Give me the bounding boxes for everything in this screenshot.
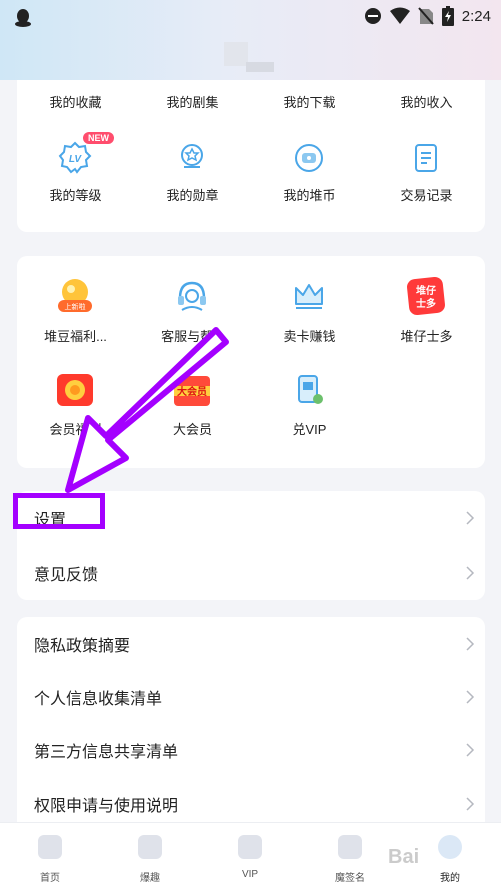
policy-card: 隐私政策摘要 个人信息收集清单 第三方信息共享清单 权限申请与使用说明 [17, 617, 485, 832]
status-bar: 2:24 [0, 0, 501, 80]
redeem-vip-label: 兑VIP [292, 422, 327, 437]
store-icon: 堆仔 士多 [404, 274, 448, 318]
home-icon [38, 835, 62, 859]
crown-icon [289, 276, 329, 316]
my-favorites-item[interactable]: 我的收藏 [17, 80, 134, 120]
big-member-label: 大会员 [172, 422, 212, 437]
feedback-row[interactable]: 意见反馈 [17, 546, 485, 600]
duizai-store-item[interactable]: 堆仔 士多 堆仔士多 [368, 272, 485, 362]
no-sim-icon [418, 7, 434, 25]
highlight-box [13, 493, 105, 529]
battery-icon [441, 6, 454, 26]
nav-signature-label: 魔签名 [335, 873, 365, 884]
services-card: 上新啦 堆豆福利... 客服与帮... 卖卡赚钱 堆仔 士多 堆仔士多 会员福利 … [17, 256, 485, 468]
my-level-item[interactable]: LV NEW 我的等级 [17, 132, 134, 212]
nav-home-label: 首页 [40, 873, 60, 884]
signature-icon [338, 835, 362, 859]
mine-icon [438, 835, 462, 859]
redeem-vip-icon [289, 370, 329, 410]
svg-text:大会员: 大会员 [177, 385, 207, 398]
privacy-summary-label: 隐私政策摘要 [34, 638, 131, 655]
duizai-store-label: 堆仔士多 [400, 329, 453, 344]
my-downloads-label: 我的下载 [283, 95, 336, 110]
coin-icon [289, 138, 329, 178]
my-coins-label: 我的堆币 [283, 188, 336, 203]
watermark: Bai [388, 846, 420, 868]
chevron-right-icon [466, 511, 475, 525]
third-party-label: 第三方信息共享清单 [34, 744, 179, 761]
chevron-right-icon [466, 690, 475, 704]
my-series-label: 我的剧集 [166, 95, 219, 110]
qq-icon [15, 9, 31, 27]
chevron-right-icon [466, 566, 475, 580]
svg-text:士多: 士多 [416, 297, 436, 310]
my-level-label: 我的等级 [49, 188, 102, 203]
bottom-nav: 首页 爆趣 VIP 魔签名 我的 [0, 822, 501, 893]
big-member-item[interactable]: 大会员 大会员 [134, 368, 251, 458]
transactions-label: 交易记录 [400, 188, 453, 203]
my-medals-item[interactable]: 我的勋章 [134, 132, 251, 212]
transactions-item[interactable]: 交易记录 [368, 132, 485, 212]
dnd-icon [364, 8, 381, 24]
nav-vip[interactable]: VIP [200, 823, 300, 893]
personal-info-row[interactable]: 个人信息收集清单 [17, 670, 485, 724]
bean-gift-label: 堆豆福利... [44, 329, 107, 344]
record-icon [406, 138, 446, 178]
my-downloads-item[interactable]: 我的下载 [251, 80, 368, 120]
nav-fun[interactable]: 爆趣 [100, 823, 200, 893]
personal-info-label: 个人信息收集清单 [34, 691, 163, 708]
chevron-right-icon [466, 797, 475, 811]
wifi-icon [389, 7, 410, 24]
big-member-icon: 大会员 [170, 368, 214, 412]
customer-service-item[interactable]: 客服与帮... [134, 272, 251, 362]
svg-text:上新啦: 上新啦 [65, 302, 86, 311]
svg-text:堆仔: 堆仔 [416, 284, 436, 297]
member-gift-label: 会员福利 [49, 422, 102, 437]
status-icons: 2:24 [364, 6, 491, 26]
third-party-row[interactable]: 第三方信息共享清单 [17, 723, 485, 777]
my-medals-label: 我的勋章 [166, 188, 219, 203]
sell-card-item[interactable]: 卖卡赚钱 [251, 272, 368, 362]
member-gift-item[interactable]: 会员福利 [17, 368, 134, 458]
redeem-vip-item[interactable]: 兑VIP [251, 368, 368, 458]
my-coins-item[interactable]: 我的堆币 [251, 132, 368, 212]
privacy-summary-row[interactable]: 隐私政策摘要 [17, 617, 485, 671]
svg-text:LV: LV [69, 154, 83, 165]
medal-icon [172, 138, 212, 178]
bean-gift-icon: 上新啦 [52, 272, 98, 318]
level-icon: LV NEW [55, 132, 114, 178]
chevron-right-icon [466, 743, 475, 757]
my-assets-card: 我的收藏 我的剧集 我的下载 我的收入 LV NEW 我的等级 我的勋章 我的堆… [17, 80, 485, 232]
customer-service-label: 客服与帮... [161, 329, 224, 344]
permissions-label: 权限申请与使用说明 [34, 798, 179, 815]
customer-service-icon [172, 276, 212, 316]
clock: 2:24 [461, 7, 491, 25]
member-gift-icon [53, 368, 97, 412]
sell-card-label: 卖卡赚钱 [283, 329, 336, 344]
my-series-item[interactable]: 我的剧集 [134, 80, 251, 120]
nav-fun-label: 爆趣 [140, 873, 160, 884]
vip-icon [238, 835, 262, 859]
nav-home[interactable]: 首页 [0, 823, 100, 893]
avatar[interactable] [224, 42, 274, 72]
nav-vip-label: VIP [241, 869, 259, 880]
fun-icon [138, 835, 162, 859]
bean-gift-item[interactable]: 上新啦 堆豆福利... [17, 272, 134, 362]
my-favorites-label: 我的收藏 [49, 95, 102, 110]
my-income-label: 我的收入 [400, 95, 453, 110]
my-income-item[interactable]: 我的收入 [368, 80, 485, 120]
feedback-label: 意见反馈 [34, 567, 99, 584]
nav-signature[interactable]: 魔签名 [300, 823, 400, 893]
nav-mine-label: 我的 [440, 873, 460, 884]
new-badge: NEW [83, 132, 114, 144]
chevron-right-icon [466, 637, 475, 651]
